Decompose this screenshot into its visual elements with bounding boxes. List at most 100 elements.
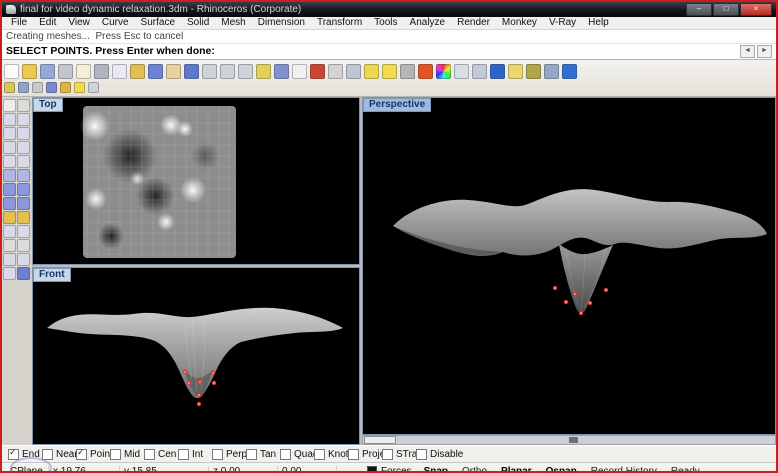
osnap-checkbox[interactable] (382, 449, 393, 460)
maximize-button[interactable]: □ (713, 3, 739, 16)
magnet-snap-icon[interactable] (18, 82, 29, 93)
new-file-icon[interactable] (4, 64, 19, 79)
move-icon[interactable] (184, 64, 199, 79)
sphere-icon[interactable] (3, 197, 16, 210)
hide-object-icon[interactable] (328, 64, 343, 79)
status-toggle[interactable]: Osnap (546, 466, 577, 473)
fillet-icon[interactable] (17, 211, 30, 224)
wireframe-sphere-icon[interactable] (454, 64, 469, 79)
minimize-button[interactable]: – (686, 3, 712, 16)
osnap-item[interactable]: Perp (212, 449, 246, 460)
print-icon[interactable] (58, 64, 73, 79)
notes-icon[interactable] (508, 64, 523, 79)
cut-icon[interactable] (94, 64, 109, 79)
named-view-icon[interactable] (310, 64, 325, 79)
arc-icon[interactable] (17, 127, 30, 140)
move-object-icon[interactable] (3, 253, 16, 266)
menu-item[interactable]: Monkey (496, 17, 543, 29)
zoom-selected-icon[interactable] (256, 64, 271, 79)
front-viewport[interactable]: Front (32, 267, 360, 445)
helix-icon[interactable] (17, 155, 30, 168)
vray-icon[interactable] (418, 64, 433, 79)
menu-item[interactable]: Solid (181, 17, 215, 29)
osnap-checkbox[interactable] (178, 449, 189, 460)
flag-icon[interactable] (364, 64, 379, 79)
osnap-checkbox[interactable] (76, 449, 87, 460)
osnap-item[interactable]: Mid (110, 449, 144, 460)
undo-icon[interactable] (148, 64, 163, 79)
extrude-icon[interactable] (3, 183, 16, 196)
front-viewport-label[interactable]: Front (33, 268, 71, 282)
copy-icon[interactable] (112, 64, 127, 79)
cylinder-icon[interactable] (17, 197, 30, 210)
surface-icon[interactable] (3, 169, 16, 182)
loft-icon[interactable] (17, 169, 30, 182)
command-prev-icon[interactable]: ◄ (740, 45, 755, 58)
select-arrow-icon[interactable] (3, 99, 16, 112)
zoom-icon[interactable] (202, 64, 217, 79)
command-prompt[interactable]: SELECT POINTS. Press Enter when done: ◄ … (2, 44, 776, 60)
light-icon[interactable] (74, 82, 85, 93)
menu-item[interactable]: Edit (33, 17, 62, 29)
perspective-viewport-label[interactable]: Perspective (363, 98, 431, 112)
osnap-item[interactable]: End (8, 449, 42, 460)
viewport-layout-icon[interactable] (292, 64, 307, 79)
osnap-checkbox[interactable] (246, 449, 257, 460)
link-icon[interactable] (544, 64, 559, 79)
layer-icon[interactable] (32, 82, 43, 93)
zoom-window-icon[interactable] (220, 64, 235, 79)
close-button[interactable]: × (740, 3, 772, 16)
osnap-item[interactable]: Int (178, 449, 212, 460)
zoom-dynamic-icon[interactable] (238, 64, 253, 79)
polyline-icon[interactable] (3, 141, 16, 154)
viewport-tab[interactable] (364, 436, 396, 444)
status-toggle[interactable]: Planar (501, 466, 532, 473)
top-viewport[interactable]: Top (32, 97, 360, 265)
menu-item[interactable]: Curve (96, 17, 135, 29)
menu-item[interactable]: Help (582, 17, 615, 29)
save-icon[interactable] (40, 64, 55, 79)
render-sphere-icon[interactable] (490, 64, 505, 79)
paste-icon[interactable] (130, 64, 145, 79)
menu-item[interactable]: Transform (311, 17, 368, 29)
menu-item[interactable]: Dimension (252, 17, 311, 29)
osnap-checkbox[interactable] (416, 449, 427, 460)
menu-item[interactable]: File (5, 17, 33, 29)
osnap-item[interactable]: Disable (416, 449, 450, 460)
color-wheel-icon[interactable] (436, 64, 451, 79)
viewport-scrollbar[interactable] (362, 435, 776, 445)
rotate-object-icon[interactable] (17, 253, 30, 266)
dimension-icon[interactable] (17, 239, 30, 252)
lock-icon[interactable] (400, 64, 415, 79)
front-viewport-canvas[interactable] (33, 268, 359, 444)
curve-icon[interactable] (3, 113, 16, 126)
osnap-item[interactable]: Cen (144, 449, 178, 460)
boolean-icon[interactable] (3, 211, 16, 224)
properties-page-icon[interactable] (76, 64, 91, 79)
point-icon[interactable] (3, 155, 16, 168)
status-toggle[interactable]: Record History (591, 466, 657, 473)
command-next-icon[interactable]: ► (757, 45, 772, 58)
rotate-view-icon[interactable] (274, 64, 289, 79)
split-icon[interactable] (17, 225, 30, 238)
box-icon[interactable] (17, 183, 30, 196)
trim-icon[interactable] (3, 225, 16, 238)
osnap-item[interactable]: Quad (280, 449, 314, 460)
osnap-item[interactable]: Tan (246, 449, 280, 460)
osnap-checkbox[interactable] (110, 449, 121, 460)
status-toggle[interactable]: Ortho (462, 466, 487, 473)
camera-icon[interactable] (88, 82, 99, 93)
top-viewport-canvas[interactable] (33, 98, 359, 264)
shaded-sphere-icon[interactable] (472, 64, 487, 79)
status-toggle[interactable]: Ready (671, 466, 700, 473)
osnap-checkbox[interactable] (280, 449, 291, 460)
help-icon[interactable] (562, 64, 577, 79)
group-icon[interactable] (3, 267, 16, 280)
current-layer[interactable]: Forces (363, 466, 416, 473)
top-viewport-label[interactable]: Top (33, 98, 63, 112)
pan-hand-icon[interactable] (166, 64, 181, 79)
circle-icon[interactable] (3, 127, 16, 140)
osnap-item[interactable]: Knot (314, 449, 348, 460)
osnap-checkbox[interactable] (8, 449, 19, 460)
osnap-checkbox[interactable] (348, 449, 359, 460)
